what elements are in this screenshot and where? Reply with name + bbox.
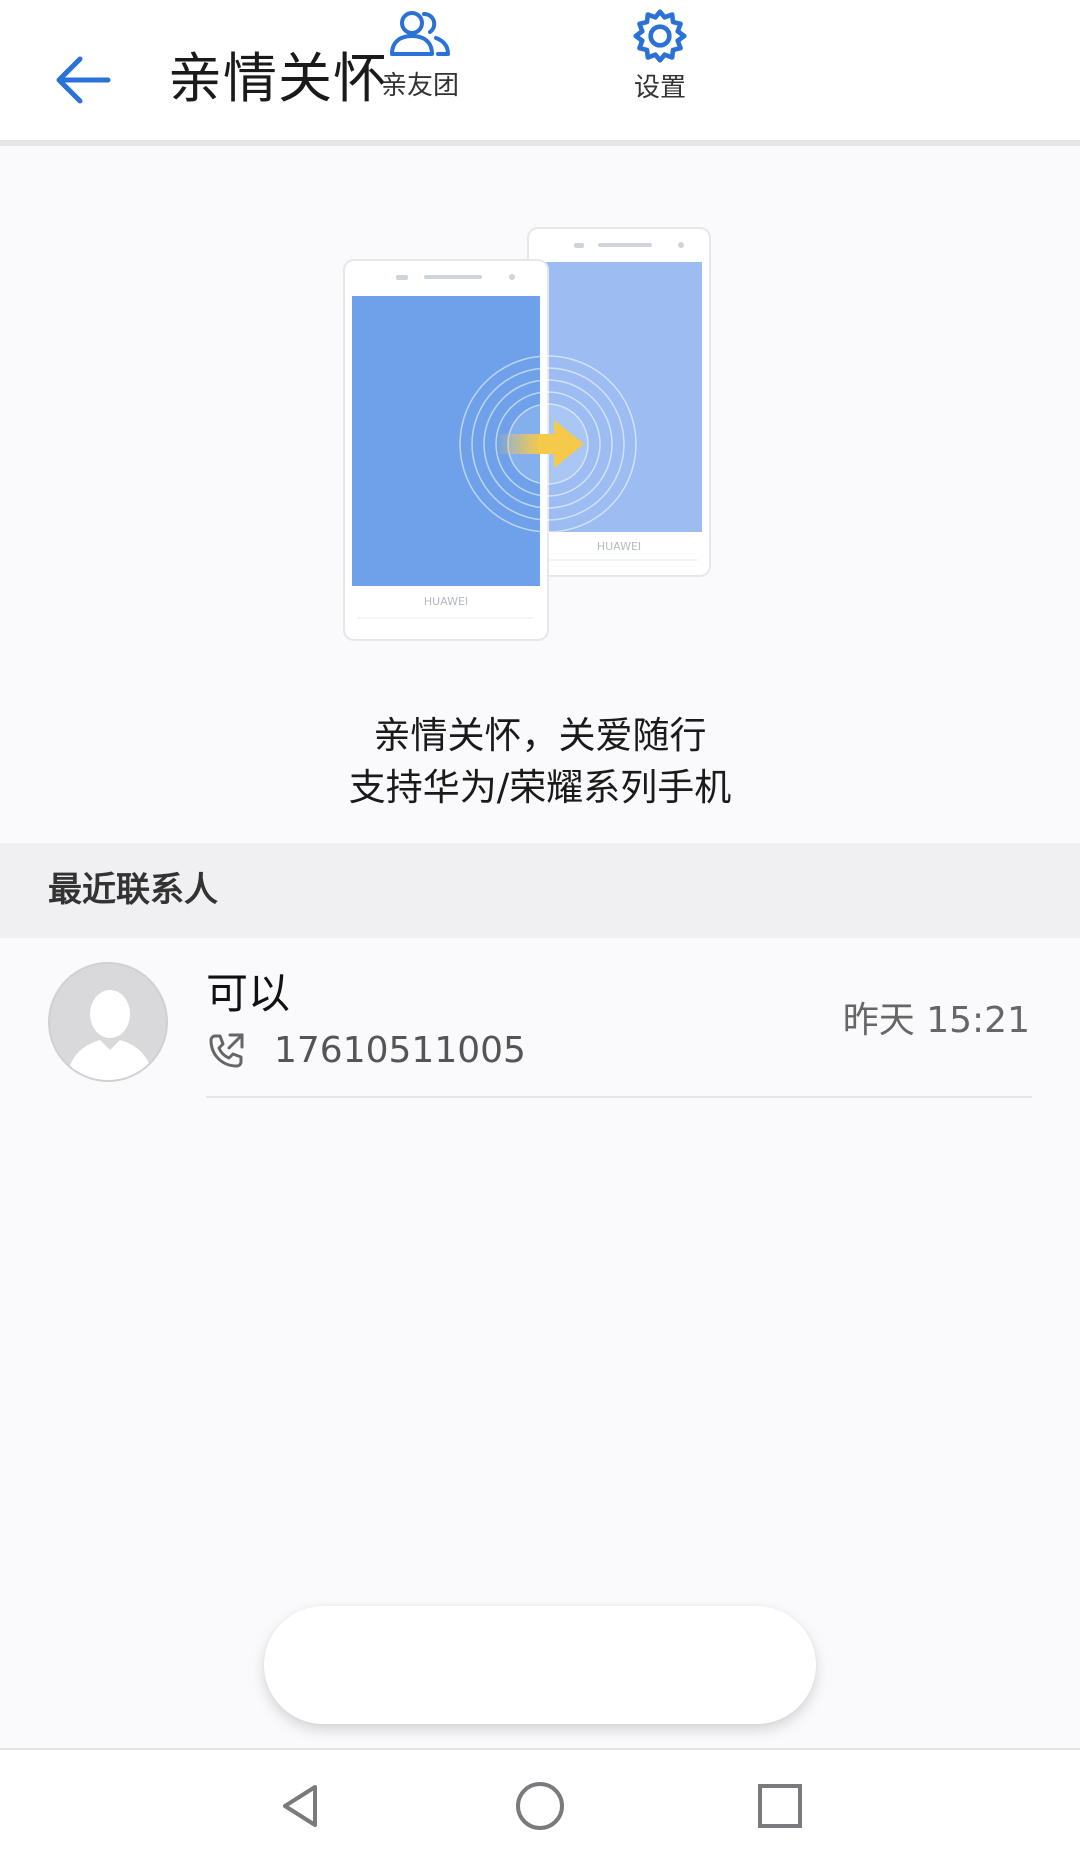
section-title: 最近联系人: [48, 870, 218, 910]
people-icon: [390, 11, 450, 56]
gear-icon: [633, 9, 687, 63]
caption-line-1: 亲情关怀，关爱随行: [373, 714, 707, 757]
contact-list-item[interactable]: 可以 17610511005 昨天 15:21: [0, 938, 1080, 1098]
phone-transfer-illustration: HUAWEI HUAWEI: [336, 220, 746, 670]
system-nav-bar: [0, 1748, 1080, 1856]
system-recent-apps-button[interactable]: [748, 1774, 812, 1838]
triangle-back-icon: [283, 1785, 317, 1827]
front-phone-brand: HUAWEI: [424, 595, 468, 608]
default-avatar-icon: [48, 962, 168, 1082]
settings-label: 设置: [633, 73, 686, 103]
divider: [206, 1096, 1032, 1098]
arrow-left-icon: [56, 56, 111, 104]
family-group-button[interactable]: 亲友团: [350, 8, 490, 112]
contact-name: 可以: [206, 969, 291, 1018]
caption-line-2: 支持华为/荣耀系列手机: [348, 766, 732, 809]
family-group-label: 亲友团: [380, 71, 459, 101]
square-recent-icon: [758, 1784, 802, 1828]
circle-home-icon: [516, 1782, 564, 1830]
system-back-button[interactable]: [268, 1774, 332, 1838]
system-home-button[interactable]: [508, 1774, 572, 1838]
bottom-action-bar: [264, 1606, 816, 1724]
back-button[interactable]: [36, 38, 128, 122]
feature-caption: 亲情关怀，关爱随行 支持华为/荣耀系列手机: [0, 710, 1080, 814]
top-app-bar: 亲情关怀: [0, 0, 1080, 146]
recent-contacts-header: 最近联系人: [0, 843, 1080, 938]
app-screen: 亲情关怀 HUAWEI HUAWEI 亲情关怀，关爱随行 支持华为/荣耀系列手机…: [0, 0, 1080, 1856]
contact-phone-number: 17610511005: [274, 1030, 526, 1071]
contact-timestamp: 昨天 15:21: [842, 1000, 1030, 1041]
settings-button[interactable]: 设置: [590, 8, 730, 112]
outgoing-call-icon: [209, 1033, 244, 1068]
back-phone-brand: HUAWEI: [597, 540, 641, 553]
